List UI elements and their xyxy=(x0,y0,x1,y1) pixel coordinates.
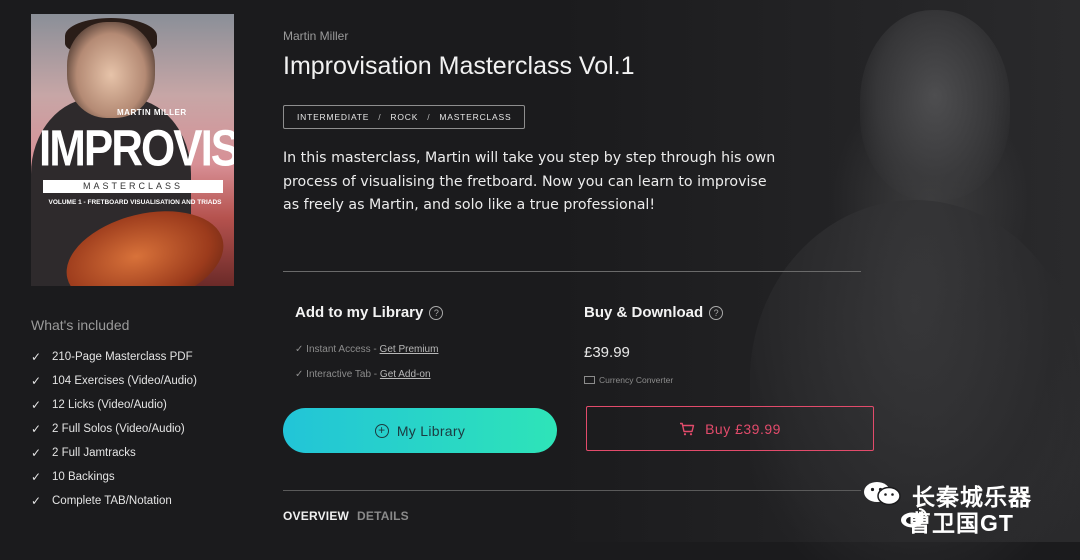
currency-icon xyxy=(584,376,595,384)
cover-artist: MARTIN MILLER xyxy=(117,108,187,117)
product-description: In this masterclass, Martin will take yo… xyxy=(283,150,776,213)
my-library-button[interactable]: + My Library xyxy=(283,408,557,453)
plus-circle-icon: + xyxy=(374,423,389,438)
tag-level[interactable]: INTERMEDIATE xyxy=(297,112,369,122)
check-icon: ✓ xyxy=(31,446,42,460)
list-item: ✓ 104 Exercises (Video/Audio) xyxy=(31,374,197,388)
currency-converter-link[interactable]: Currency Converter xyxy=(584,375,673,385)
check-icon: ✓ xyxy=(295,344,304,355)
album-cover[interactable]: MARTIN MILLER IMPROVISATION MASTERCLASS … xyxy=(31,14,234,286)
wechat-icon xyxy=(864,482,901,506)
tag-breadcrumb: INTERMEDIATE / ROCK / MASTERCLASS xyxy=(283,105,526,129)
watermark-line2: 曹卫国GT xyxy=(908,510,1014,536)
check-icon: ✓ xyxy=(31,374,42,388)
tab-details[interactable]: DETAILS xyxy=(357,509,409,523)
tag-genre[interactable]: ROCK xyxy=(390,112,418,122)
price: £39.99 xyxy=(584,344,630,361)
check-icon: ✓ xyxy=(295,369,304,380)
tag-separator: / xyxy=(427,112,431,122)
included-list: ✓ 210-Page Masterclass PDF ✓ 104 Exercises… xyxy=(31,345,197,513)
tab-overview[interactable]: OVERVIEW xyxy=(283,509,349,523)
list-item: ✓ 12 Licks (Video/Audio) xyxy=(31,398,167,412)
cover-face xyxy=(67,22,155,118)
cart-icon xyxy=(680,422,695,435)
backdrop-face xyxy=(860,10,1010,200)
help-icon[interactable]: ? xyxy=(709,305,724,320)
cover-subtitle: MASTERCLASS xyxy=(43,180,223,193)
list-item: ✓ 2 Full Jamtracks xyxy=(31,446,136,460)
feature-interactive-tab: ✓ Interactive Tab - Get Add-on xyxy=(295,369,431,380)
list-item: ✓ Complete TAB/Notation xyxy=(31,494,172,508)
included-heading: What's included xyxy=(31,317,130,333)
library-heading: Add to my Library ? xyxy=(295,304,444,321)
watermark: 长秦城乐器 曹卫国GT xyxy=(862,476,1074,536)
cover-volume: VOLUME 1 - FRETBOARD VISUALISATION AND T… xyxy=(48,199,222,206)
help-icon[interactable]: ? xyxy=(429,305,444,320)
buy-heading: Buy & Download ? xyxy=(584,304,724,321)
check-icon: ✓ xyxy=(31,398,42,412)
artist-link[interactable]: Martin Miller xyxy=(283,29,348,43)
feature-instant-access: ✓ Instant Access - Get Premium xyxy=(295,344,439,355)
tag-type[interactable]: MASTERCLASS xyxy=(439,112,511,122)
get-premium-link[interactable]: Get Premium xyxy=(380,344,439,355)
check-icon: ✓ xyxy=(31,494,42,508)
list-item: ✓ 2 Full Solos (Video/Audio) xyxy=(31,422,185,436)
page-title: Improvisation Masterclass Vol.1 xyxy=(283,52,635,80)
divider xyxy=(283,490,861,491)
check-icon: ✓ xyxy=(31,422,42,436)
check-icon: ✓ xyxy=(31,350,42,364)
list-item: ✓ 210-Page Masterclass PDF xyxy=(31,350,193,364)
tag-separator: / xyxy=(378,112,382,122)
buy-button[interactable]: Buy £39.99 xyxy=(586,406,874,451)
get-addon-link[interactable]: Get Add-on xyxy=(380,369,431,380)
check-icon: ✓ xyxy=(31,470,42,484)
divider xyxy=(283,271,861,272)
list-item: ✓ 10 Backings xyxy=(31,470,115,484)
cover-title: IMPROVISATION xyxy=(39,120,234,178)
